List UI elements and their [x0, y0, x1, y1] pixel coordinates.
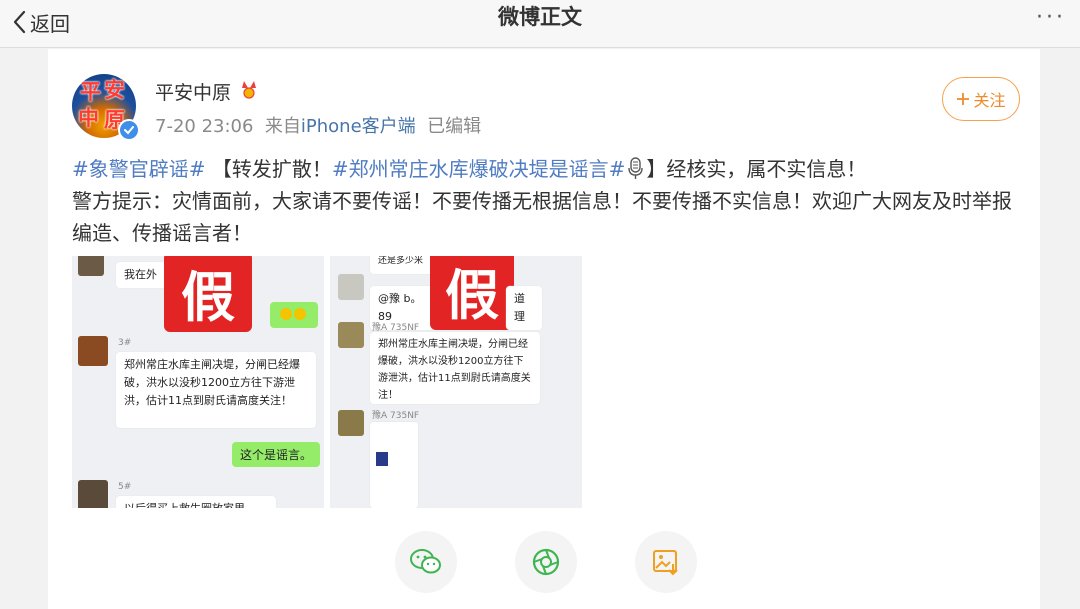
thumbs-up-bubble [270, 302, 318, 328]
save-image-icon [653, 550, 678, 576]
save-image-button[interactable] [635, 531, 697, 593]
moments-icon [532, 548, 560, 576]
chat-avatar [78, 256, 104, 276]
floor-label: 5# [118, 482, 132, 492]
share-moments-button[interactable] [515, 531, 577, 593]
floor-label: 3# [118, 338, 132, 348]
chat-avatar [338, 322, 364, 348]
chat-avatar [78, 480, 108, 508]
edited-label: 已编辑 [427, 116, 482, 137]
thumbs-up-icon [280, 308, 306, 320]
post-line-1: #象警官辟谣# 【转发扩散！#郑州常庄水库爆破决堤是谣言# 】经核实，属不实信息！ [72, 153, 1022, 185]
follow-button[interactable]: 关注 [942, 77, 1020, 121]
microphone-icon [628, 157, 644, 179]
rumor-bubble: 郑州常庄水库主闸决堤，分闸已经爆破，洪水以没秒1200立方往下游泄洪，估计11点… [370, 332, 540, 404]
more-button[interactable]: ··· [1036, 7, 1066, 29]
plus-icon [957, 93, 970, 105]
post-line-2: 警方提示：灾情面前，大家请不要传谣！不要传播无根据信息！不要传播不实信息！欢迎广… [72, 189, 1012, 245]
share-wechat-button[interactable] [395, 531, 457, 593]
rumor-bubble: 郑州常庄水库主闸决堤，分闸已经爆破，洪水以没秒1200立方往下游泄洪，估计11点… [116, 352, 316, 428]
verified-badge-icon [118, 119, 140, 141]
page-title: 微博正文 [498, 5, 582, 29]
topic-link[interactable]: #象警官辟谣# [72, 157, 206, 181]
chat-bubble: 道理 [506, 286, 542, 330]
source-link[interactable]: iPhone客户端 [301, 116, 416, 137]
nav-bar: 返回 微博正文 ··· [0, 0, 1080, 48]
preview-thumbnail [376, 452, 388, 466]
post-meta: 7-20 23:06 来自iPhone客户端 已编辑 [155, 112, 481, 138]
avatar-char: 安 [104, 77, 125, 102]
post-image-1[interactable]: 我在外 假 3# 郑州常庄水库主闸决堤，分闸已经爆破，洪水以没秒1200立方往下… [72, 256, 324, 508]
reply-bubble: 这个是谣言。 [232, 442, 321, 467]
avatar-char: 中 [78, 105, 99, 130]
username[interactable]: 平安中原 [155, 78, 231, 105]
post-segment: 】经核实，属不实信息！ [646, 157, 867, 181]
timestamp: 7-20 23:06 [155, 116, 254, 137]
wechat-icon [410, 549, 441, 574]
chat-avatar [338, 274, 364, 300]
post-text: #象警官辟谣# 【转发扩散！#郑州常庄水库爆破决堤是谣言# 】经核实，属不实信息！… [72, 153, 1022, 249]
screenshot-preview [370, 422, 418, 508]
chat-bubble: 以后得买上救生圈放家里 [116, 496, 276, 508]
fake-stamp: 假 [164, 256, 252, 332]
chat-avatar [78, 336, 108, 366]
post-card: 平 安 中 原 平安中原 7-20 23:06 来自iPhone客户端 已编辑 … [48, 49, 1040, 609]
topic-link[interactable]: #郑州常庄水库爆破决堤是谣言# [332, 157, 626, 181]
chat-username: 豫A 735NF [372, 411, 420, 421]
fake-stamp: 假 [430, 256, 514, 330]
follow-label: 关注 [973, 91, 1006, 110]
post-image-2[interactable]: 还是多少米 @豫 b。89 假 道理 豫A 735NF 郑州常庄水库主闸决堤，分… [330, 256, 582, 508]
medal-icon [242, 81, 256, 99]
chat-avatar [338, 410, 364, 436]
source-prefix: 来自 [264, 116, 301, 137]
post-segment: 【转发扩散！ [211, 157, 332, 181]
